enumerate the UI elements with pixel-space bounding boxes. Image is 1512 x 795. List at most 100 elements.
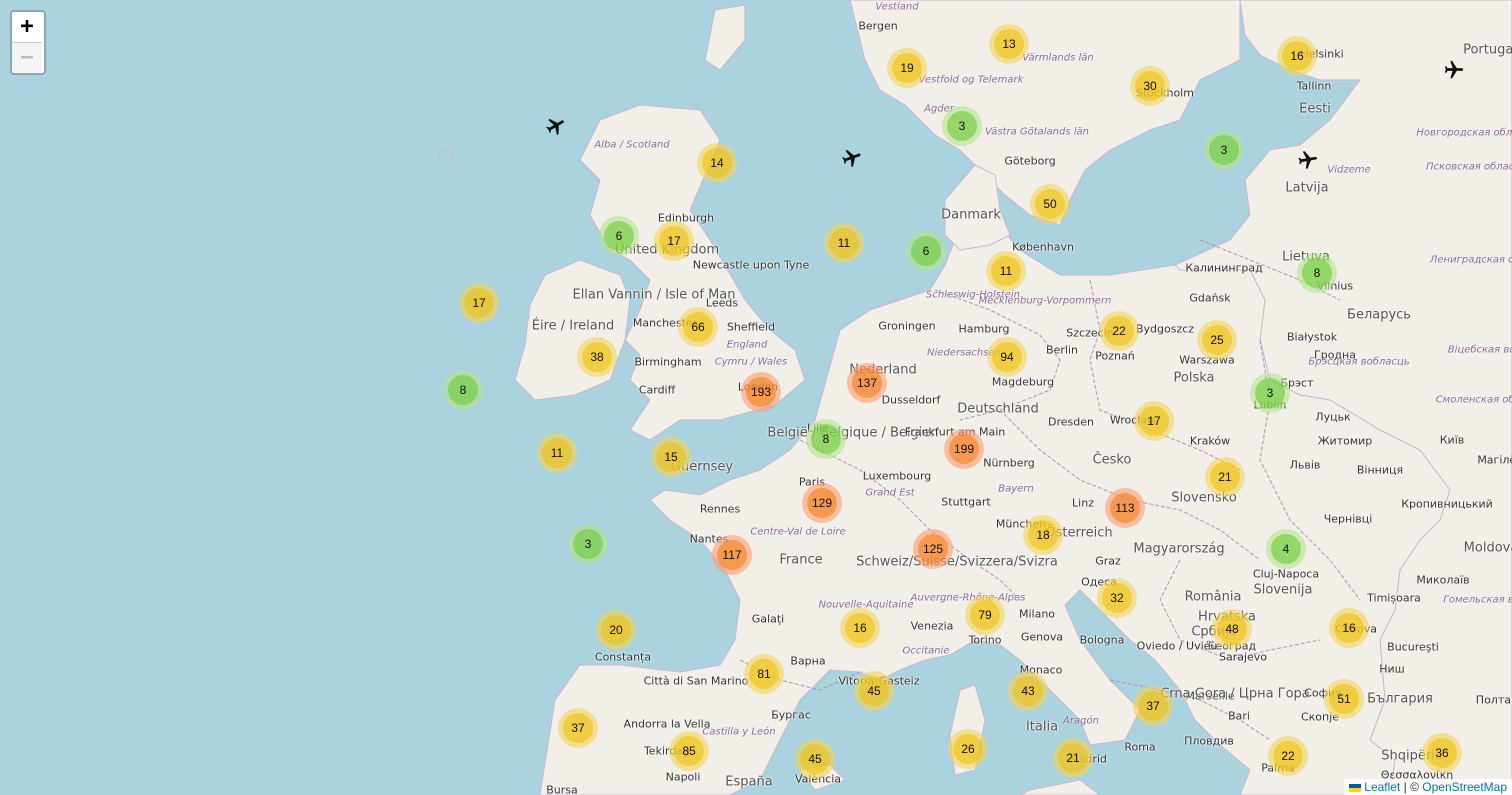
marker-cluster[interactable]: 45 bbox=[854, 671, 894, 711]
openstreetmap-link[interactable]: OpenStreetMap bbox=[1422, 780, 1507, 794]
marker-cluster[interactable]: 3 bbox=[568, 524, 608, 564]
marker-cluster[interactable]: 16 bbox=[1277, 36, 1317, 76]
cluster-count: 81 bbox=[749, 659, 779, 689]
marker-cluster[interactable]: 14 bbox=[697, 143, 737, 183]
map-label-region: England bbox=[726, 339, 768, 351]
map-label-country: Slovenija bbox=[1253, 582, 1313, 598]
marker-cluster[interactable]: 117 bbox=[712, 535, 752, 575]
map-label-city: Gdańsk bbox=[1189, 291, 1231, 305]
leaflet-link[interactable]: Leaflet bbox=[1364, 780, 1400, 794]
marker-cluster[interactable]: 17 bbox=[1134, 401, 1174, 441]
cluster-count: 8 bbox=[1302, 258, 1332, 288]
map-viewport[interactable]: Bergen Vestland Värmlands län Vestfold og T… bbox=[0, 0, 1512, 795]
cluster-count: 125 bbox=[918, 534, 948, 564]
marker-cluster[interactable]: 26 bbox=[948, 729, 988, 769]
marker-cluster[interactable]: 16 bbox=[1329, 608, 1369, 648]
marker-cluster[interactable]: 20 bbox=[596, 610, 636, 650]
map-label-region: Västra Götalands län bbox=[984, 126, 1090, 138]
map-label-country: Magyarország bbox=[1133, 541, 1225, 557]
marker-cluster[interactable]: 22 bbox=[1268, 736, 1308, 776]
marker-cluster[interactable]: 113 bbox=[1105, 488, 1145, 528]
map-label-country: Polska bbox=[1173, 370, 1215, 386]
marker-cluster[interactable]: 66 bbox=[678, 307, 718, 347]
marker-cluster[interactable]: 193 bbox=[741, 372, 781, 412]
marker-cluster[interactable]: 125 bbox=[913, 529, 953, 569]
marker-cluster[interactable]: 50 bbox=[1030, 184, 1070, 224]
cluster-count: 18 bbox=[1028, 520, 1058, 550]
map-label-country: Éire / Ireland bbox=[531, 318, 615, 334]
map-label-region: Centre-Val de Loire bbox=[750, 526, 846, 538]
cluster-count: 199 bbox=[949, 434, 979, 464]
marker-cluster[interactable]: 51 bbox=[1324, 679, 1364, 719]
cluster-count: 17 bbox=[464, 288, 494, 318]
marker-cluster[interactable]: 137 bbox=[847, 363, 887, 403]
marker-cluster[interactable]: 3 bbox=[1250, 373, 1290, 413]
map-label-city: Città di San Marino bbox=[643, 674, 749, 688]
marker-cluster[interactable]: 48 bbox=[1212, 609, 1252, 649]
zoom-in-button[interactable]: + bbox=[12, 12, 42, 43]
map-label-city: Poznań bbox=[1095, 349, 1135, 363]
map-label-city: Кропивницький bbox=[1401, 497, 1493, 511]
marker-cluster[interactable]: 8 bbox=[443, 370, 483, 410]
marker-cluster[interactable]: 17 bbox=[459, 283, 499, 323]
marker-cluster[interactable]: 8 bbox=[806, 419, 846, 459]
marker-cluster[interactable]: 21 bbox=[1205, 457, 1245, 497]
marker-cluster[interactable]: 129 bbox=[802, 483, 842, 523]
marker-cluster[interactable]: 15 bbox=[651, 437, 691, 477]
map-label-city: Dusseldorf bbox=[881, 393, 941, 407]
marker-cluster[interactable]: 81 bbox=[744, 654, 784, 694]
marker-cluster[interactable]: 79 bbox=[965, 595, 1005, 635]
cluster-count: 94 bbox=[992, 342, 1022, 372]
cluster-count: 129 bbox=[807, 488, 837, 518]
marker-cluster[interactable]: 22 bbox=[1099, 311, 1139, 351]
map-label-region: Псковская область bbox=[1426, 161, 1512, 173]
marker-cluster[interactable]: 25 bbox=[1197, 320, 1237, 360]
map-label-region: Alba / Scotland bbox=[594, 139, 670, 151]
marker-cluster[interactable]: 38 bbox=[577, 337, 617, 377]
cluster-count: 16 bbox=[1334, 613, 1364, 643]
marker-cluster[interactable]: 16 bbox=[840, 608, 880, 648]
marker-cluster[interactable]: 13 bbox=[989, 24, 1029, 64]
map-label-city: Nürnberg bbox=[983, 456, 1035, 470]
marker-cluster[interactable]: 21 bbox=[1053, 738, 1093, 778]
cluster-count: 3 bbox=[573, 529, 603, 559]
marker-cluster[interactable]: 36 bbox=[1422, 733, 1462, 773]
marker-cluster[interactable]: 30 bbox=[1130, 66, 1170, 106]
marker-cluster[interactable]: 17 bbox=[654, 221, 694, 261]
marker-cluster[interactable]: 199 bbox=[944, 429, 984, 469]
map-label-city: Göteborg bbox=[1004, 154, 1056, 168]
marker-cluster[interactable]: 11 bbox=[824, 223, 864, 263]
marker-cluster[interactable]: 8 bbox=[1297, 253, 1337, 293]
marker-cluster[interactable]: 45 bbox=[795, 739, 835, 779]
map-label-city: Житомир bbox=[1317, 434, 1373, 448]
cluster-count: 45 bbox=[859, 676, 889, 706]
attribution: Leaflet | © OpenStreetMap bbox=[1344, 779, 1512, 795]
marker-cluster[interactable]: 3 bbox=[942, 106, 982, 146]
marker-cluster[interactable]: 11 bbox=[986, 251, 1026, 291]
cluster-count: 17 bbox=[1139, 406, 1169, 436]
marker-cluster[interactable]: 6 bbox=[599, 216, 639, 256]
airplane-icon[interactable] bbox=[1295, 147, 1320, 172]
marker-cluster[interactable]: 85 bbox=[669, 731, 709, 771]
airplane-icon[interactable] bbox=[1443, 59, 1465, 81]
marker-cluster[interactable]: 18 bbox=[1023, 515, 1063, 555]
map-label-city: Cluj-Napoca bbox=[1252, 567, 1320, 581]
marker-cluster[interactable]: 3 bbox=[1204, 130, 1244, 170]
cluster-count: 137 bbox=[852, 368, 882, 398]
marker-cluster[interactable]: 43 bbox=[1008, 671, 1048, 711]
marker-cluster[interactable]: 4 bbox=[1266, 529, 1306, 569]
cluster-count: 16 bbox=[845, 613, 875, 643]
cluster-count: 37 bbox=[563, 713, 593, 743]
marker-cluster[interactable]: 37 bbox=[558, 708, 598, 748]
marker-cluster[interactable]: 11 bbox=[537, 433, 577, 473]
map-label-region: Aragón bbox=[1063, 715, 1099, 727]
marker-cluster[interactable]: 32 bbox=[1097, 578, 1137, 618]
zoom-out-button[interactable]: − bbox=[12, 43, 42, 73]
map-label-city: Bursa bbox=[546, 783, 578, 795]
marker-cluster[interactable]: 6 bbox=[906, 231, 946, 271]
marker-cluster[interactable]: 37 bbox=[1133, 686, 1173, 726]
marker-cluster[interactable]: 94 bbox=[987, 337, 1027, 377]
zoom-control: + − bbox=[10, 10, 46, 75]
cluster-count: 17 bbox=[659, 226, 689, 256]
marker-cluster[interactable]: 19 bbox=[887, 48, 927, 88]
